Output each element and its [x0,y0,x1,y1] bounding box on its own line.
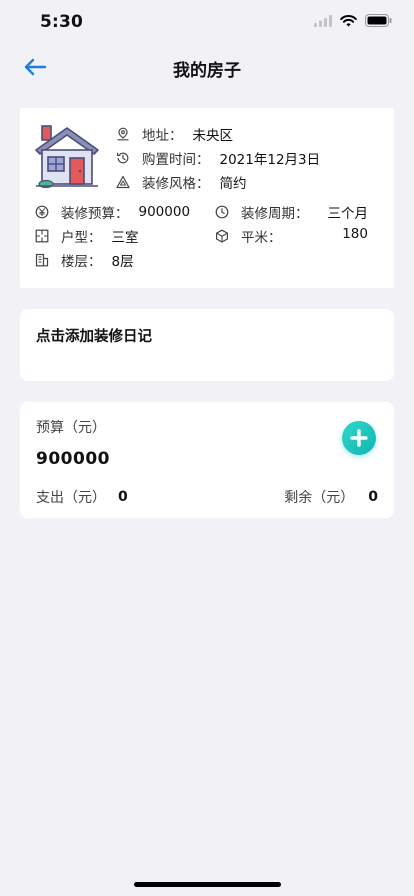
home-indicator [134,882,281,887]
area-label: 平米： [241,230,282,246]
remaining-value: 0 [368,489,378,505]
renovation-period-label: 装修周期： [241,206,309,222]
renovation-budget-value: 900000 [138,204,191,220]
layout-value: 三室 [111,230,139,246]
status-bar: 5:30 [0,0,414,44]
remaining-summary: 剩余（元） 0 [284,487,378,507]
purchase-time-row: 购置时间： 2021年12月3日 [116,148,320,168]
add-expense-button[interactable] [342,421,376,455]
add-diary-label: 点击添加装修日记 [36,329,152,345]
expense-label: 支出（元） [36,490,106,506]
triangle-style-icon [116,175,130,189]
purchase-time-value: 2021年12月3日 [219,152,321,168]
style-row: 装修风格： 简约 [116,172,247,192]
yuan-coin-icon [35,205,49,219]
budget-amount: 900000 [36,449,110,469]
remaining-label: 剩余（元） [284,490,355,506]
house-info-card: 地址： 未央区 购置时间： 2021年12月3日 装修风格： 简约 装修预算： … [20,108,394,288]
location-pin-icon [117,127,129,141]
renovation-period-row: 装修周期： [215,202,309,222]
renovation-budget-row: 装修预算： 900000 [35,202,190,222]
layout-label: 户型： [61,230,102,246]
battery-icon [365,14,392,27]
layout-row: 户型： 三室 [35,226,139,246]
nav-bar: 我的房子 [0,44,414,90]
purchase-time-label: 购置时间： [142,152,210,168]
floor-label: 楼层： [61,254,102,270]
expense-summary: 支出（元） 0 [36,487,128,507]
area-row: 平米： [215,226,282,246]
address-row: 地址： 未央区 [116,124,233,144]
style-label: 装修风格： [142,176,210,192]
status-time: 5:30 [40,12,84,32]
address-value: 未央区 [192,128,234,144]
renovation-budget-label: 装修预算： [61,206,129,222]
floorplan-icon [35,229,49,243]
budget-label: 预算（元） [36,420,106,436]
renovation-period-value: 三个月 [327,206,369,222]
wifi-icon [340,14,357,26]
clock-icon [215,205,229,219]
area-value: 180 [342,226,368,242]
expense-value: 0 [118,489,128,505]
history-clock-icon [117,152,129,164]
add-diary-card[interactable]: 点击添加装修日记 [20,309,394,381]
floor-row: 楼层： 8层 [35,250,134,270]
cellular-signal-icon [314,14,332,27]
page-title: 我的房子 [173,61,241,81]
budget-card: 预算（元） 900000 支出（元） 0 剩余（元） 0 [20,402,394,518]
house-illustration [35,125,99,188]
style-value: 简约 [219,176,247,192]
plus-icon [350,429,368,447]
floor-value: 8层 [111,254,134,270]
cube-icon [216,229,228,243]
building-icon [35,253,49,267]
status-icons [314,14,392,27]
address-label: 地址： [142,128,183,144]
